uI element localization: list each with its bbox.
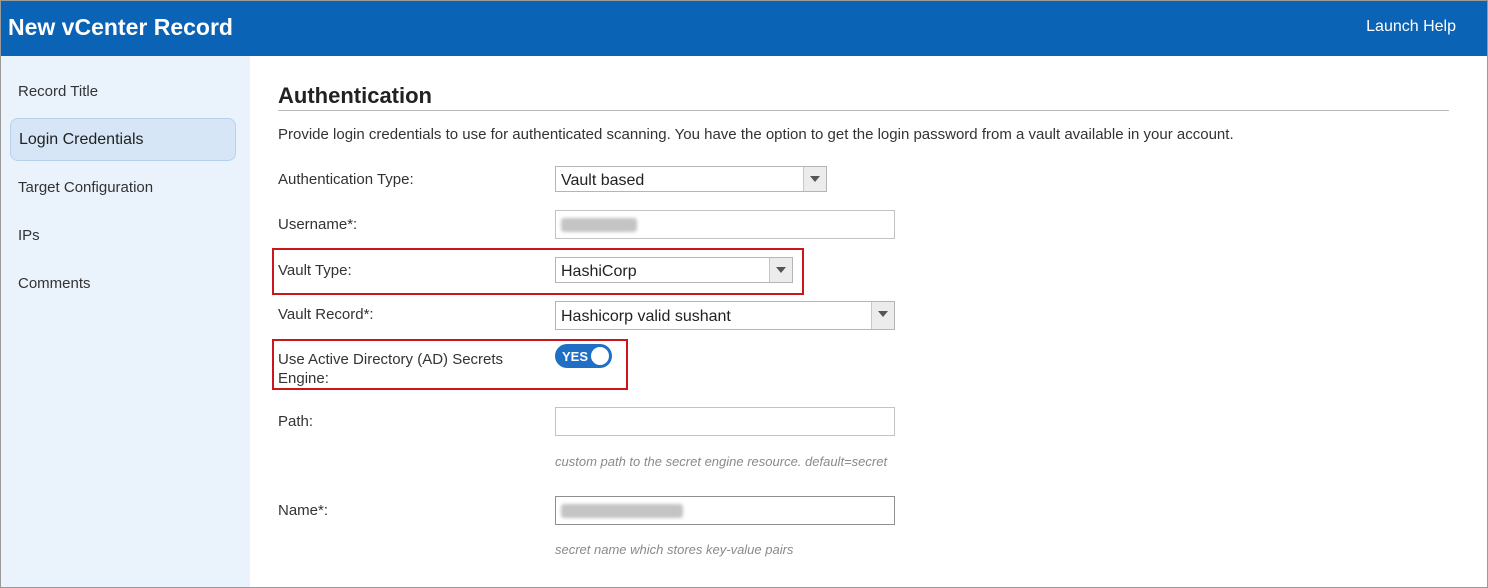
sidebar: Record Title Login Credentials Target Co… [1,56,250,587]
ad-engine-label: Use Active Directory (AD) Secrets Engine… [278,351,504,387]
username-input[interactable] [555,210,895,239]
username-label: Username*: [278,216,358,233]
path-input[interactable] [555,407,895,436]
chevron-down-icon [769,258,792,282]
vault-type-select[interactable]: HashiCorp [555,257,793,283]
main-content: Authentication Provide login credentials… [251,56,1487,587]
vault-type-value: HashiCorp [561,263,637,280]
chevron-down-icon [871,302,894,329]
name-input[interactable] [555,496,895,525]
toggle-text: YES [562,349,589,364]
path-hint: custom path to the secret engine resourc… [555,454,888,469]
auth-type-select[interactable]: Vault based [555,166,827,192]
sidebar-item-login-credentials[interactable]: Login Credentials [10,118,236,161]
ad-engine-toggle[interactable]: YES [555,344,612,368]
path-label: Path: [278,413,314,430]
vault-record-label: Vault Record*: [278,306,374,323]
header-bar: New vCenter Record Launch Help [1,1,1487,56]
name-label: Name*: [278,502,329,519]
vault-record-value: Hashicorp valid sushant [561,308,731,325]
chevron-down-icon [803,167,826,191]
redacted-value [561,218,637,232]
page-title: New vCenter Record [8,14,233,40]
sidebar-item-ips[interactable]: IPs [18,227,40,244]
auth-type-value: Vault based [561,172,645,189]
sidebar-item-target-configuration[interactable]: Target Configuration [18,179,153,196]
launch-help-link[interactable]: Launch Help [1366,18,1456,36]
name-hint: secret name which stores key-value pairs [555,542,794,557]
redacted-value [561,504,683,518]
vault-type-label: Vault Type: [278,262,352,279]
sidebar-item-comments[interactable]: Comments [18,275,91,292]
app-window: New vCenter Record Launch Help Record Ti… [0,0,1488,588]
section-divider [278,110,1449,111]
toggle-knob [591,347,609,365]
sidebar-item-record-title[interactable]: Record Title [18,83,98,100]
section-title: Authentication [278,83,432,108]
vault-record-select[interactable]: Hashicorp valid sushant [555,301,895,330]
auth-type-label: Authentication Type: [278,171,414,188]
section-description: Provide login credentials to use for aut… [278,126,1234,143]
sidebar-item-label: Login Credentials [19,131,144,148]
